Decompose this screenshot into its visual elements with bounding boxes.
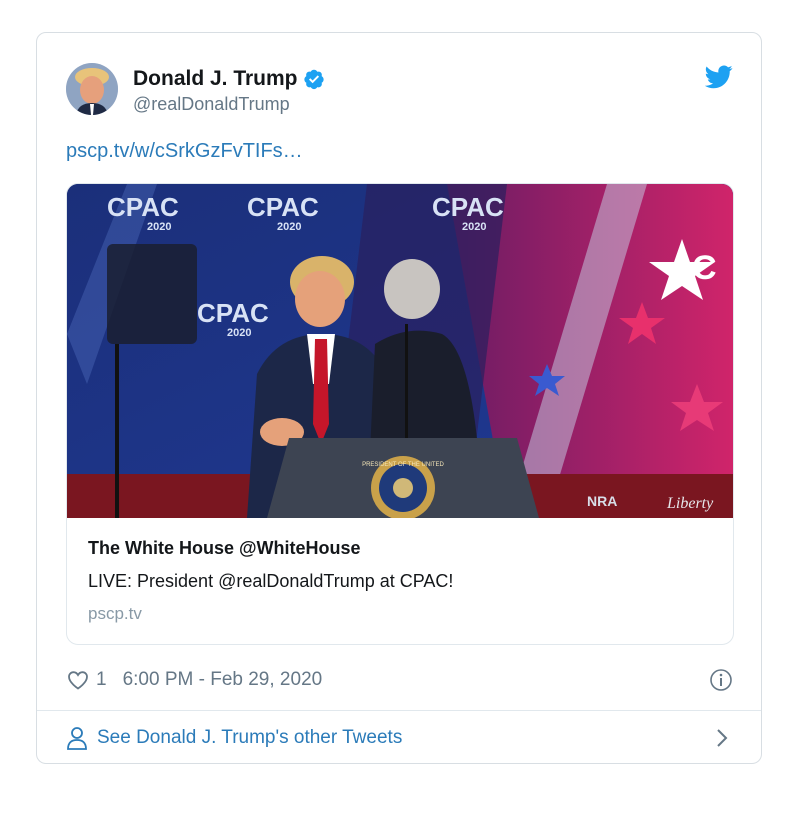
tweet-card: Donald J. Trump @realDonaldTrump pscp.tv… <box>36 32 762 764</box>
svg-text:CPAC: CPAC <box>197 298 269 328</box>
author-handle[interactable]: @realDonaldTrump <box>133 94 325 115</box>
svg-text:PRESIDENT OF THE UNITED: PRESIDENT OF THE UNITED <box>362 462 444 468</box>
svg-text:2020: 2020 <box>277 221 301 233</box>
svg-text:2020: 2020 <box>462 221 486 233</box>
like-count[interactable]: 1 <box>96 669 107 691</box>
chevron-right-icon[interactable] <box>715 727 729 749</box>
author-name-row: Donald J. Trump <box>133 67 325 91</box>
info-icon[interactable] <box>709 668 733 692</box>
person-icon <box>66 726 88 750</box>
svg-text:CPAC: CPAC <box>107 192 179 222</box>
preview-info: The White House @WhiteHouse LIVE: Presid… <box>88 538 712 624</box>
heart-icon[interactable] <box>66 668 90 692</box>
verified-badge-icon <box>303 68 325 90</box>
svg-text:CPAC: CPAC <box>432 192 504 222</box>
svg-text:2020: 2020 <box>147 221 171 233</box>
preview-image: CPAC 2020 CPAC 2020 CPAC 2020 CPAC 2020 … <box>67 184 733 518</box>
preview-domain: pscp.tv <box>88 604 142 623</box>
tweet-meta: 1 6:00 PM - Feb 29, 2020 <box>66 666 733 694</box>
author-name[interactable]: Donald J. Trump <box>133 67 298 91</box>
author-info: Donald J. Trump @realDonaldTrump <box>133 67 325 115</box>
svg-text:CPAC: CPAC <box>247 192 319 222</box>
other-tweets-label[interactable]: See Donald J. Trump's other Tweets <box>97 727 402 749</box>
svg-text:NRA: NRA <box>587 493 617 509</box>
footer-divider <box>37 710 761 711</box>
tweet-header: Donald J. Trump @realDonaldTrump <box>66 61 733 117</box>
twitter-bird-icon[interactable] <box>704 65 733 89</box>
link-preview-card[interactable]: CPAC 2020 CPAC 2020 CPAC 2020 CPAC 2020 … <box>66 183 734 645</box>
svg-text:2020: 2020 <box>227 327 251 339</box>
preview-title: The White House @WhiteHouse <box>88 538 361 558</box>
avatar[interactable] <box>66 63 118 115</box>
svg-text:Liberty: Liberty <box>666 495 714 512</box>
tweet-timestamp[interactable]: 6:00 PM - Feb 29, 2020 <box>123 669 323 691</box>
other-tweets-link[interactable]: See Donald J. Trump's other Tweets <box>66 721 733 755</box>
svg-text:C: C <box>692 249 717 287</box>
avatar-image <box>66 63 118 115</box>
tweet-link[interactable]: pscp.tv/w/cSrkGzFvTIFs… <box>66 140 303 163</box>
preview-description: LIVE: President @realDonaldTrump at CPAC… <box>88 571 454 591</box>
